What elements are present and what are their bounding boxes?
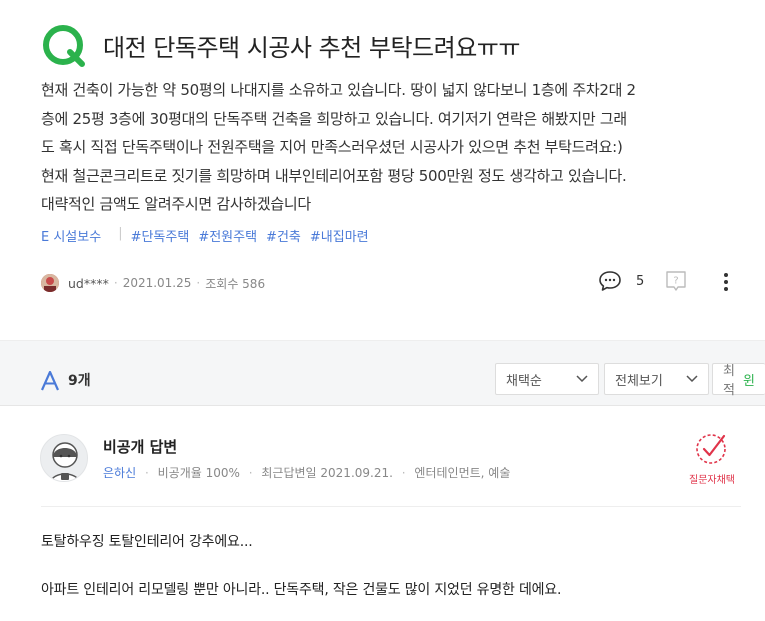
view-filter-select[interactable]: 전체보기 — [604, 363, 709, 395]
more-menu-icon[interactable] — [720, 272, 732, 292]
question-body-line: 현재 철근콘크리트로 짓기를 희망하며 내부인테리어포함 평당 500만원 정도… — [41, 166, 627, 185]
meta-separator: · — [248, 466, 253, 480]
view-count: 조회수 586 — [205, 276, 266, 291]
latest-toggle-extra: 윈 — [743, 373, 755, 389]
chevron-down-icon — [576, 375, 588, 383]
meta-separator: · — [144, 466, 149, 480]
latest-toggle-label: 최적 — [723, 364, 735, 398]
tag-item[interactable]: #전원주택 — [198, 226, 257, 245]
answer-divider — [41, 506, 741, 507]
question-body-line: 도 혹시 직접 단독주택이나 전원주택을 지어 만족스러우셨던 시공사가 있으면… — [41, 138, 623, 156]
author-avatar[interactable] — [41, 274, 59, 292]
answerer-profile-link[interactable]: 은하신 — [103, 466, 136, 480]
comment-icon — [599, 271, 621, 291]
author-avatar-icon — [41, 274, 59, 292]
answer-body-line: 토탈하우징 토탈인테리어 강추에요... — [41, 534, 253, 550]
answer-body-line: 아파트 인테리어 리모델링 뿐만 아니라.. 단독주택, 작은 건물도 많이 지… — [41, 582, 562, 598]
question-body-line: 현재 건축이 가능한 약 50평의 나대지를 소유하고 있습니다. 땅이 넓지 … — [41, 81, 636, 99]
question-meta: ud**** · 2021.01.25 · 조회수 586 — [41, 274, 265, 292]
tag-item[interactable]: #단독주택 — [131, 226, 190, 245]
answer-count: 9개 — [68, 373, 91, 389]
private-user-icon — [50, 442, 80, 481]
meta-separator: · — [113, 276, 118, 290]
answerer-meta: 은하신 · 비공개율 100% · 최근답변일 2021.09.21. · 엔터… — [103, 464, 510, 481]
question-body-line: 대략적인 금액도 알려주시면 감사하겠습니다 — [41, 195, 311, 213]
tag-category[interactable]: E 시설보수 — [41, 226, 101, 245]
chevron-down-icon — [686, 375, 698, 383]
answer-a-icon — [40, 371, 60, 391]
qr-icon[interactable]: ? — [665, 270, 687, 292]
q-logo-icon — [43, 25, 85, 67]
answerer-recent-date: 최근답변일 2021.09.21. — [261, 466, 393, 480]
tag-list: E 시설보수 | #단독주택 #전원주택 #건축 #내집마련 — [41, 226, 378, 245]
view-filter-label: 전체보기 — [615, 373, 663, 389]
question-body-line: 층에 25평 3층에 30평대의 단독주택 건축을 희망하고 있습니다. 여기저… — [41, 109, 627, 128]
pick-label: 질문자채택 — [689, 475, 735, 486]
author-name[interactable]: ud**** — [68, 276, 109, 291]
question-body: 현재 건축이 가능한 약 50평의 나대지를 소유하고 있습니다. 땅이 넓지 … — [41, 76, 741, 219]
answer-body: 토탈하우징 토탈인테리어 강추에요... 아파트 인테리어 리모델링 뿐만 아니… — [41, 531, 561, 621]
meta-separator: · — [196, 276, 201, 290]
answerer-category: 엔터테인먼트, 예술 — [414, 466, 511, 480]
comment-button[interactable]: 5 — [598, 270, 644, 292]
latest-toggle[interactable]: 최적 윈 — [712, 363, 765, 398]
answers-toolbar: 9개 채택순 전체보기 최적 윈 — [0, 340, 765, 406]
meta-separator: · — [401, 466, 406, 480]
questioner-pick-badge: 질문자채택 — [683, 430, 741, 486]
answerer-avatar[interactable] — [40, 434, 88, 482]
tag-item[interactable]: #내집마련 — [310, 226, 369, 245]
svg-text:?: ? — [673, 276, 678, 287]
question-date: 2021.01.25 — [122, 276, 192, 290]
pick-stamp-icon — [696, 434, 726, 464]
sort-select-label: 채택순 — [506, 373, 542, 389]
sort-select[interactable]: 채택순 — [495, 363, 599, 395]
answerer-adopt-rate: 비공개율 100% — [157, 466, 240, 480]
comment-count: 5 — [636, 273, 645, 289]
tag-separator: | — [118, 226, 123, 241]
tag-item[interactable]: #건축 — [266, 226, 301, 245]
question-title: 대전 단독주택 시공사 추천 부탁드려요ㅠㅠ — [103, 34, 520, 62]
answerer-name: 비공개 답변 — [103, 438, 178, 456]
